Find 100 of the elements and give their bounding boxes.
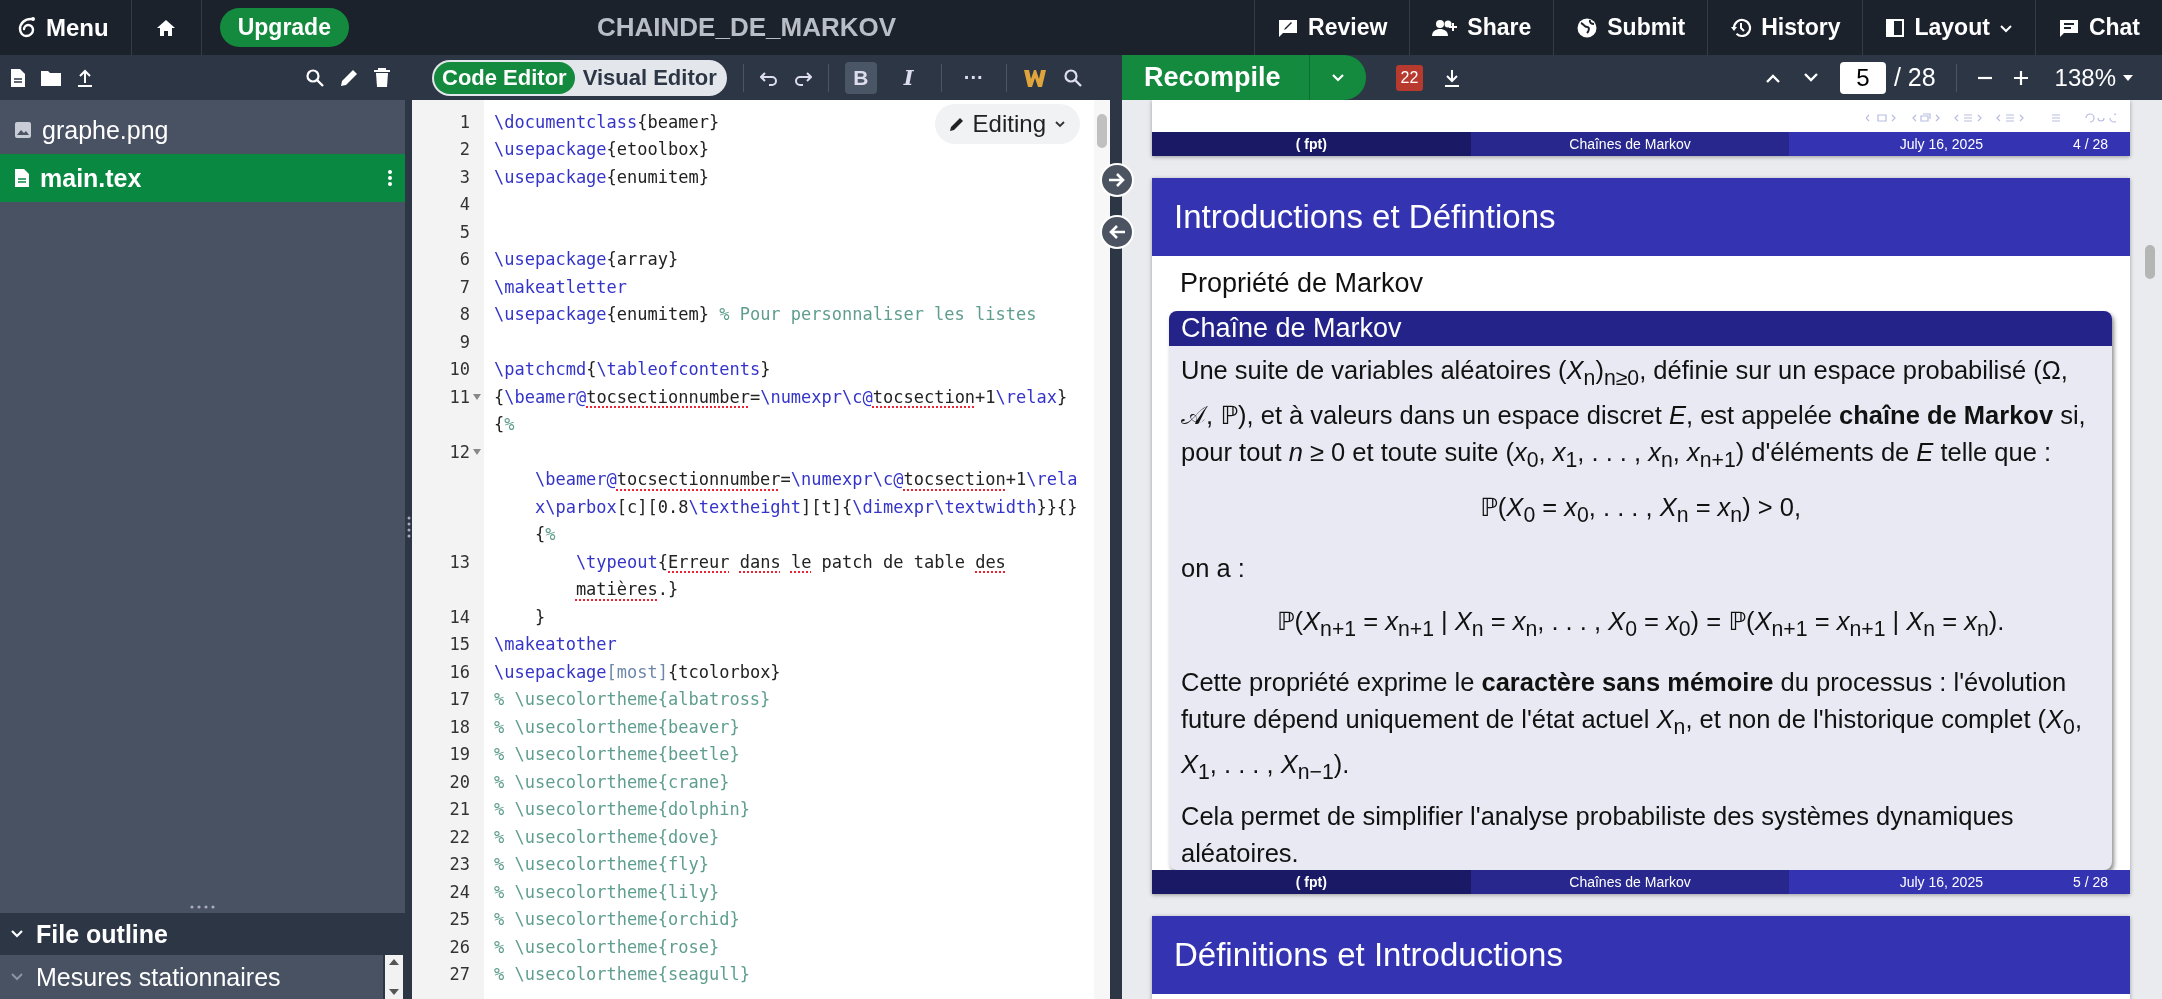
chat-icon <box>2057 17 2080 38</box>
resize-handle[interactable] <box>406 515 411 539</box>
line-number: 12 <box>449 441 470 462</box>
scrollbar[interactable] <box>385 955 403 999</box>
search-icon[interactable] <box>305 67 325 88</box>
code-line: \usepackage{array} <box>494 249 679 270</box>
code-line: % \usecolortheme{beaver} <box>494 716 740 737</box>
code-line: \beamer@tocsectionnumber=\numexpr\c@tocsection+1\rela <box>534 469 1078 490</box>
caret-icon <box>1998 22 2013 33</box>
line-number: 20 <box>449 771 470 792</box>
search-icon[interactable] <box>1062 67 1083 88</box>
zoom-in-icon[interactable] <box>2012 69 2029 86</box>
upgrade-button[interactable]: Upgrade <box>219 8 349 47</box>
globe-icon <box>1576 16 1599 39</box>
new-file-icon[interactable] <box>10 67 26 88</box>
code-line: {\beamer@tocsectionnumber=\numexpr\c@tocsection+1\relax} <box>494 386 1068 407</box>
fold-arrow-icon[interactable] <box>472 392 482 401</box>
line-number: 4 <box>459 194 470 215</box>
line-number: 6 <box>459 249 470 270</box>
line-number: 15 <box>449 634 470 655</box>
file-item[interactable]: graphe.png <box>0 106 405 154</box>
trash-icon[interactable] <box>373 67 391 88</box>
footer-author: ( fpt) <box>1152 132 1471 156</box>
undo-icon[interactable] <box>759 69 778 86</box>
pencil-icon <box>948 116 965 132</box>
code-line: } <box>534 606 546 627</box>
line-number: 11 <box>449 386 470 407</box>
line-number: 16 <box>449 661 470 682</box>
history-icon <box>1730 16 1753 39</box>
more-icon[interactable] <box>387 168 393 188</box>
scroll-down-icon[interactable] <box>387 987 401 997</box>
caret-icon <box>1329 72 1346 83</box>
code-line: \usepackage[most]{tcolorbox} <box>494 661 781 682</box>
code-line: \makeatletter <box>494 276 628 297</box>
scroll-up-icon[interactable] <box>387 957 401 967</box>
editor-mode-tab[interactable]: Visual Editor <box>574 61 725 94</box>
folder-icon[interactable] <box>40 68 62 87</box>
code-line: % \usecolortheme{fly} <box>494 854 709 875</box>
line-number: 2 <box>459 139 470 160</box>
download-icon[interactable] <box>1443 67 1462 88</box>
line-number: 14 <box>449 606 470 627</box>
code-line: \patchcmd{\tableofcontents} <box>494 359 771 380</box>
caret-icon <box>1054 120 1066 128</box>
caret-icon <box>2122 73 2134 82</box>
layout-icon <box>1885 17 1906 38</box>
line-number: 1 <box>459 111 470 132</box>
more-button[interactable]: ··· <box>957 65 990 90</box>
outline-item[interactable]: Mesures stationnaires <box>0 955 383 999</box>
paragraph: on a : <box>1181 553 1246 585</box>
line-number: 23 <box>449 854 470 875</box>
footer-page-number: 4 / 28 <box>2073 136 2108 152</box>
line-number: 18 <box>449 716 470 737</box>
line-number: 17 <box>449 689 470 710</box>
pencil-icon[interactable] <box>339 67 359 88</box>
code-line: % \usecolortheme{orchid} <box>494 909 740 930</box>
line-number: 27 <box>449 964 470 985</box>
arrow-left-icon <box>1107 224 1127 240</box>
line-number: 9 <box>459 331 470 352</box>
fold-arrow-icon[interactable] <box>472 447 482 456</box>
code-line: x\parbox[c][0.8\textheight][t]{\dimexpr\textwidth}}{} <box>534 496 1078 517</box>
file-icon <box>14 168 30 188</box>
image-file-icon <box>14 121 32 139</box>
redo-icon[interactable] <box>793 69 812 86</box>
editor-mode-tab[interactable]: Code Editor <box>434 61 575 94</box>
zoom-out-icon[interactable] <box>1976 75 1993 80</box>
resize-handle[interactable] <box>189 905 216 909</box>
arrow-right-icon <box>1107 172 1127 188</box>
zoom-dropdown[interactable]: 138% <box>2048 62 2140 93</box>
code-line: % \usecolortheme{beetle} <box>494 744 740 765</box>
italic-button[interactable]: I <box>892 61 925 94</box>
code-line: {% <box>534 524 556 545</box>
comment-pen-icon <box>1277 17 1300 38</box>
page-number-field[interactable]: 5 <box>1839 61 1886 94</box>
file-item[interactable]: main.tex <box>0 154 405 202</box>
editing-mode-dropdown[interactable]: Editing <box>934 104 1080 144</box>
line-number: 10 <box>449 359 470 380</box>
line-number: 3 <box>459 166 470 187</box>
block-title: Chaîne de Markov <box>1169 311 2112 346</box>
footer-page-number: 5 / 28 <box>2073 874 2108 891</box>
line-number: 26 <box>449 936 470 957</box>
frame-title: Définitions et Introductions <box>1152 916 2130 994</box>
footer-date: July 16, 2025 <box>1899 874 1983 891</box>
logo-icon <box>16 15 38 40</box>
footer-title: Chaînes de Markov <box>1470 132 1790 156</box>
code-line: % \usecolortheme{crane} <box>494 771 730 792</box>
line-number: 7 <box>459 276 470 297</box>
scrollbar[interactable] <box>1094 100 1110 999</box>
upload-icon[interactable] <box>76 67 94 88</box>
equation: ℙ(X$_{0}$ = x$_{0}$, . . . , X$_{n}$ = x$_{n}$) > 0, <box>1479 492 1802 530</box>
code-line: % \usecolortheme{rose} <box>494 936 720 957</box>
error-count-badge[interactable]: 22 <box>1395 64 1424 91</box>
bold-button[interactable]: B <box>844 61 877 94</box>
code-line: \usepackage{enumitem} % Pour personnaliser les listes <box>494 304 1037 325</box>
line-number: 24 <box>449 881 470 902</box>
code-line: \makeatother <box>494 634 617 655</box>
chevron-down-icon[interactable] <box>1801 71 1820 84</box>
code-line: % \usecolortheme{dove} <box>494 826 720 847</box>
recompile-button[interactable]: Recompile <box>1122 55 1366 100</box>
page-total: / 28 <box>1893 63 1936 92</box>
code-line: \typeout{Erreur dans le patch de table des <box>575 551 1006 572</box>
